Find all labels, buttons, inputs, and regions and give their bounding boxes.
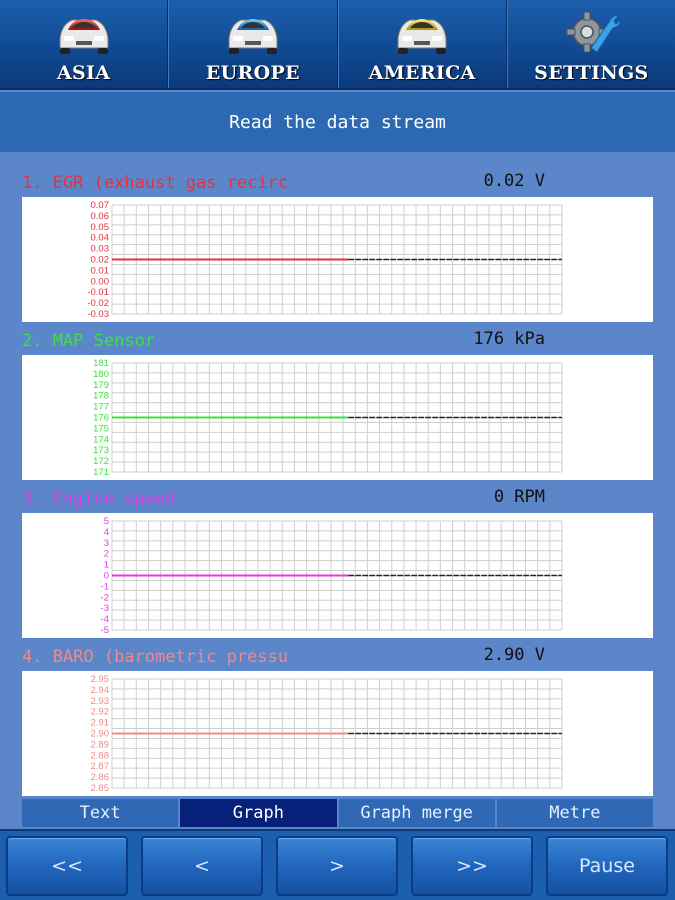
sensor-value: 2.90 V — [483, 645, 545, 665]
tab-asia[interactable]: ASIA — [0, 0, 169, 88]
car-blue-icon — [228, 19, 278, 54]
next-page-button[interactable]: > — [276, 836, 398, 896]
y-tick-label: 178 — [93, 391, 109, 402]
y-tick-label: 174 — [93, 434, 109, 445]
y-tick-label: 179 — [93, 380, 109, 391]
sensor-graph: 0.07 0.06 0.05 0.04 0.03 0.02 0.01 0.00 -0.01 -0.… — [22, 197, 653, 322]
car-yellow-icon — [397, 19, 447, 54]
graph-canvas: 2.952.942.932.922.912.902.892.882.872.86… — [91, 674, 563, 794]
y-tick-label: -0.03 — [87, 309, 109, 320]
bottom-nav-bar: << < > >> Pause — [0, 829, 675, 900]
pause-button[interactable]: Pause — [546, 836, 668, 896]
sensor-graph: 181 180 179 178 177 176 175 174 173 172 171 — [22, 355, 653, 480]
y-tick-label: 0.02 — [91, 255, 110, 266]
y-tick-label: 5 — [104, 516, 109, 527]
y-tick-label: -3 — [101, 603, 109, 614]
tab-text[interactable]: Text — [22, 799, 181, 827]
graph-canvas: 543210-1-2-3-4-5 — [101, 516, 563, 636]
y-tick-label: 4 — [104, 527, 109, 538]
y-tick-label: 176 — [93, 413, 109, 424]
sensor-value: 176 kPa — [473, 329, 545, 349]
sensor-panel-egr: 1. EGR (exhaust gas recirc 0.02 V 0.07 0.… — [22, 171, 653, 322]
region-tab-bar: ASIA EUROPE AMERICA SETTINGS — [0, 0, 675, 90]
sensor-panel-engine-speed: 3. Engine speed 0 RPM 5 4 3 2 1 0 -1 -2 -3 -4 -5 — [22, 487, 653, 638]
y-tick-label: 2.88 — [91, 750, 110, 761]
tab-label: AMERICA — [368, 62, 476, 84]
tab-america[interactable]: AMERICA — [337, 0, 507, 88]
y-tick-label: 2.91 — [91, 718, 110, 729]
y-tick-label: 0 — [104, 571, 109, 582]
tab-label: ASIA — [56, 62, 111, 84]
y-tick-label: 1 — [104, 560, 109, 571]
sensor-name: 2. MAP Sensor — [22, 331, 156, 351]
y-tick-label: 0.01 — [91, 265, 110, 276]
sensor-name: 1. EGR (exhaust gas recirc — [22, 173, 289, 193]
sensor-graph: 2.95 2.94 2.93 2.92 2.91 2.90 2.89 2.88 2.87 2.86… — [22, 671, 653, 796]
sensor-header: 3. Engine speed 0 RPM — [22, 487, 653, 513]
y-tick-label: -2 — [101, 592, 109, 603]
y-tick-label: 2.87 — [91, 761, 110, 772]
y-tick-label: 2.93 — [91, 696, 110, 707]
y-tick-label: 2.95 — [91, 674, 110, 685]
sensor-panel-baro: 4. BARO (barometric pressu 2.90 V 2.95 2.… — [22, 645, 653, 796]
y-tick-label: 2.92 — [91, 707, 110, 718]
tab-settings[interactable]: SETTINGS — [506, 0, 675, 88]
car-red-icon — [59, 19, 109, 54]
graph-canvas: 181180179178177176175174173172171 — [93, 358, 563, 478]
graph-canvas: 0.070.060.050.040.030.020.010.00-0.01-0.… — [87, 200, 563, 320]
y-tick-label: 0.05 — [91, 222, 110, 233]
y-tick-label: 0.07 — [91, 200, 110, 211]
previous-page-button[interactable]: < — [141, 836, 263, 896]
y-tick-label: 172 — [93, 456, 109, 467]
tab-label: EUROPE — [205, 62, 300, 84]
first-page-button[interactable]: << — [6, 836, 128, 896]
y-tick-label: -0.02 — [87, 298, 109, 309]
y-tick-label: -5 — [101, 625, 109, 636]
tab-graph-merge[interactable]: Graph merge — [338, 799, 497, 827]
view-mode-tabs: Text Graph Graph merge Metre — [22, 799, 653, 827]
y-tick-label: 181 — [93, 358, 109, 369]
sensor-header: 4. BARO (barometric pressu 2.90 V — [22, 645, 653, 671]
y-tick-label: 2.89 — [91, 739, 110, 750]
y-tick-label: 0.06 — [91, 211, 110, 222]
sensor-header: 1. EGR (exhaust gas recirc 0.02 V — [22, 171, 653, 197]
tab-graph[interactable]: Graph — [180, 799, 339, 827]
page-title-bar: Read the data stream — [0, 92, 675, 152]
y-tick-label: 2 — [104, 549, 109, 560]
settings-gear-wrench-icon — [566, 11, 621, 53]
sensor-name: 4. BARO (barometric pressu — [22, 647, 289, 667]
y-tick-label: 2.85 — [91, 783, 110, 794]
y-tick-label: -1 — [101, 581, 109, 592]
y-tick-label: 180 — [93, 369, 109, 380]
y-tick-label: 0.03 — [91, 244, 110, 255]
sensor-header: 2. MAP Sensor 176 kPa — [22, 329, 653, 355]
sensor-value: 0.02 V — [483, 171, 545, 191]
y-tick-label: 0.04 — [91, 233, 110, 244]
page-title: Read the data stream — [229, 111, 446, 133]
tab-metre[interactable]: Metre — [496, 799, 653, 827]
y-tick-label: -0.01 — [87, 287, 109, 298]
last-page-button[interactable]: >> — [411, 836, 533, 896]
y-tick-label: 3 — [104, 538, 109, 549]
y-tick-label: 2.86 — [91, 772, 110, 783]
tab-europe[interactable]: EUROPE — [168, 0, 338, 88]
sensor-panel-map: 2. MAP Sensor 176 kPa 181 180 179 178 177 176… — [22, 329, 653, 480]
y-tick-label: 175 — [93, 423, 109, 434]
sensor-value: 0 RPM — [493, 487, 545, 507]
sensor-name: 3. Engine speed — [22, 489, 176, 509]
y-tick-label: 173 — [93, 445, 109, 456]
y-tick-label: -4 — [101, 614, 109, 625]
y-tick-label: 177 — [93, 402, 109, 413]
tab-label: SETTINGS — [534, 62, 649, 84]
y-tick-label: 0.00 — [91, 276, 110, 287]
y-tick-label: 171 — [93, 467, 109, 478]
sensor-graph: 5 4 3 2 1 0 -1 -2 -3 -4 -5 — [22, 513, 653, 638]
y-tick-label: 2.90 — [91, 729, 110, 740]
y-tick-label: 2.94 — [91, 685, 110, 696]
